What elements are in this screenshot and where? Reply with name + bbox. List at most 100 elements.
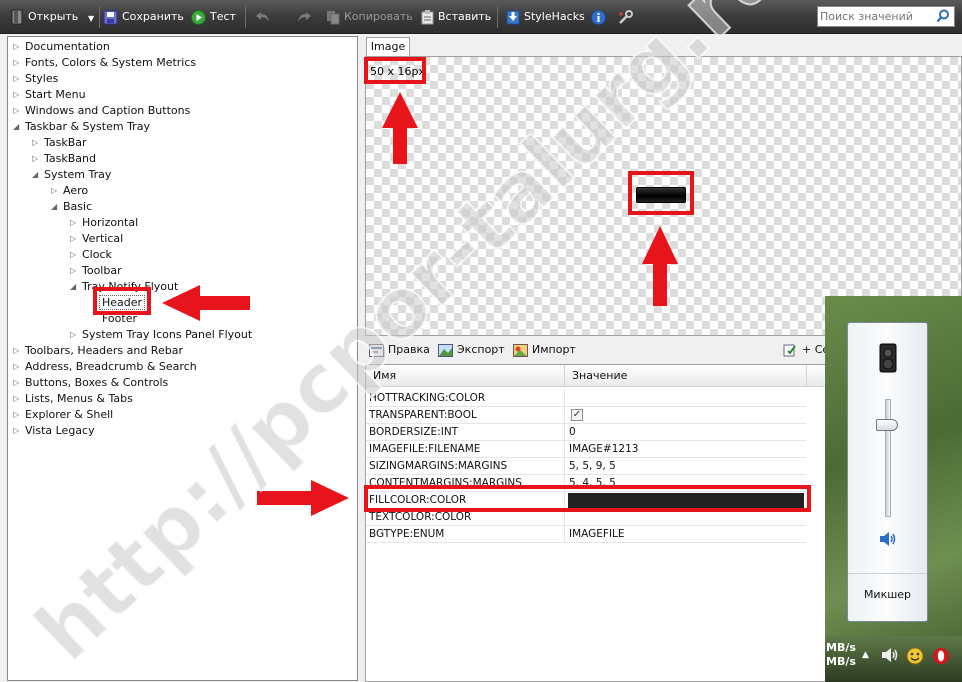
tree-item-taskbar[interactable]: ▷ TaskBar [32, 135, 89, 151]
expand-arrow-icon[interactable]: ▷ [13, 375, 23, 391]
expand-arrow-icon[interactable]: ▷ [32, 151, 42, 167]
tree-item-documentation[interactable]: ▷ Documentation [13, 39, 112, 55]
expand-arrow-icon[interactable]: ▷ [32, 135, 42, 151]
toolbar-divider [245, 6, 246, 28]
network-speed-label: MB/s [826, 641, 856, 654]
annotation-box-header-item [93, 287, 151, 315]
undo-icon [256, 12, 269, 22]
expand-arrow-icon[interactable]: ▷ [13, 39, 23, 55]
import-icon [513, 343, 528, 357]
tree-item-styles[interactable]: ▷ Styles [13, 71, 60, 87]
toolbar-divider [497, 6, 498, 28]
property-row[interactable]: SIZINGMARGINS:MARGINS 5, 5, 9, 5 [366, 458, 806, 475]
volume-slider-thumb[interactable] [876, 418, 898, 431]
volume-slider-track[interactable] [885, 399, 891, 517]
undo-button[interactable] [255, 8, 275, 26]
expand-arrow-icon[interactable]: ▷ [13, 359, 23, 375]
copy-button[interactable]: Копировать [326, 8, 413, 26]
tree-item-horizontal[interactable]: ▷ Horizontal [70, 215, 140, 231]
tree-item-vertical[interactable]: ▷ Vertical [70, 231, 125, 247]
mixer-button[interactable]: Микшер [848, 573, 927, 621]
expand-arrow-icon[interactable]: ▷ [13, 343, 23, 359]
tree-item-taskbar-tray[interactable]: ◢ Taskbar & System Tray [13, 119, 152, 135]
collapse-arrow-icon[interactable]: ◢ [70, 279, 80, 295]
paste-button[interactable]: Вставить [421, 8, 491, 26]
tree-item-explorer-shell[interactable]: ▷ Explorer & Shell [13, 407, 115, 423]
speaker-icon[interactable] [879, 531, 897, 547]
import-button[interactable]: Импорт [513, 342, 576, 358]
tree-item-start-menu[interactable]: ▷ Start Menu [13, 87, 88, 103]
property-row[interactable]: BGTYPE:ENUM IMAGEFILE [366, 526, 806, 543]
column-divider[interactable] [806, 365, 807, 387]
property-row[interactable]: BORDERSIZE:INT 0 [366, 424, 806, 441]
tree-item-basic[interactable]: ◢ Basic [51, 199, 94, 215]
search-box[interactable] [817, 6, 955, 27]
tree-item-fonts-colors[interactable]: ▷ Fonts, Colors & System Metrics [13, 55, 198, 71]
expand-arrow-icon[interactable]: ▷ [70, 215, 80, 231]
expand-arrow-icon[interactable]: ▷ [70, 231, 80, 247]
property-row[interactable]: HOTTRACKING:COLOR [366, 390, 806, 407]
speaker-device-icon[interactable] [879, 343, 897, 373]
expand-arrow-icon[interactable]: ▷ [13, 71, 23, 87]
tools-button[interactable] [618, 8, 638, 26]
volume-flyout: Микшер [847, 322, 928, 622]
show-hidden-icons-icon[interactable]: ▲ [862, 650, 869, 660]
property-row[interactable]: IMAGEFILE:FILENAME IMAGE#1213 [366, 441, 806, 458]
toolbar-divider [99, 6, 100, 28]
property-row[interactable]: TRANSPARENT:BOOL ✓ [366, 407, 806, 424]
expand-arrow-icon[interactable]: ▷ [70, 247, 80, 263]
tree-item-lists-menus[interactable]: ▷ Lists, Menus & Tabs [13, 391, 135, 407]
open-button[interactable]: Открыть [10, 8, 78, 26]
tree-item-aero[interactable]: ▷ Aero [51, 183, 90, 199]
collapse-arrow-icon[interactable]: ◢ [13, 119, 23, 135]
smiley-tray-icon[interactable] [906, 647, 924, 665]
annotation-arrow-right-icon [257, 480, 349, 516]
new-property-button[interactable]: + Се [783, 342, 829, 358]
expand-arrow-icon[interactable]: ▷ [13, 423, 23, 439]
tab-image[interactable]: Image [366, 37, 410, 57]
tree-item-icons-panel-flyout[interactable]: ▷ System Tray Icons Panel Flyout [70, 327, 254, 343]
expand-arrow-icon[interactable]: ▷ [13, 103, 23, 119]
expand-arrow-icon[interactable]: ▷ [70, 263, 80, 279]
search-icon[interactable] [936, 9, 950, 23]
expand-arrow-icon[interactable]: ▷ [13, 391, 23, 407]
column-name-header[interactable]: Имя [373, 369, 396, 382]
volume-tray-icon[interactable] [881, 647, 899, 663]
expand-arrow-icon[interactable]: ▷ [70, 327, 80, 343]
tree-item-clock[interactable]: ▷ Clock [70, 247, 114, 263]
save-button[interactable]: Сохранить [103, 8, 184, 26]
save-icon [103, 10, 118, 24]
annotation-arrow-left-icon [162, 285, 250, 321]
redo-button[interactable] [296, 8, 316, 26]
tree-item-vista-legacy[interactable]: ▷ Vista Legacy [13, 423, 97, 439]
tree-item-buttons-boxes[interactable]: ▷ Buttons, Boxes & Controls [13, 375, 170, 391]
edit-button[interactable]: Правка [369, 342, 430, 358]
transparent-checkbox[interactable]: ✓ [571, 409, 583, 421]
taskbar-tray: MB/s MB/s ▲ [825, 636, 962, 682]
tree-item-taskband[interactable]: ▷ TaskBand [32, 151, 98, 167]
collapse-arrow-icon[interactable]: ◢ [51, 199, 61, 215]
column-value-header[interactable]: Значение [572, 369, 627, 382]
expand-arrow-icon[interactable]: ▷ [13, 55, 23, 71]
open-dropdown-icon[interactable]: ▼ [88, 10, 94, 28]
edit-icon [369, 343, 384, 357]
info-button[interactable] [591, 8, 610, 26]
expand-arrow-icon[interactable]: ▷ [51, 183, 61, 199]
tree-item-address-breadcrumb[interactable]: ▷ Address, Breadcrumb & Search [13, 359, 199, 375]
opera-tray-icon[interactable] [932, 647, 950, 665]
tree-item-toolbars-headers[interactable]: ▷ Toolbars, Headers and Rebar [13, 343, 185, 359]
new-property-icon [783, 344, 796, 357]
test-button[interactable]: Тест [191, 8, 236, 26]
wrench-icon [619, 9, 633, 24]
column-divider[interactable] [564, 365, 565, 387]
tree-item-system-tray[interactable]: ◢ System Tray [32, 167, 113, 183]
stylehacks-button[interactable]: StyleHacks [506, 8, 585, 26]
expand-arrow-icon[interactable]: ▷ [13, 87, 23, 103]
expand-arrow-icon[interactable]: ▷ [13, 407, 23, 423]
export-button[interactable]: Экспорт [438, 342, 505, 358]
search-input[interactable] [820, 8, 930, 25]
collapse-arrow-icon[interactable]: ◢ [32, 167, 42, 183]
tree-item-windows-caption[interactable]: ▷ Windows and Caption Buttons [13, 103, 192, 119]
tree-item-toolbar[interactable]: ▷ Toolbar [70, 263, 124, 279]
annotation-arrow-up-icon [642, 226, 678, 306]
